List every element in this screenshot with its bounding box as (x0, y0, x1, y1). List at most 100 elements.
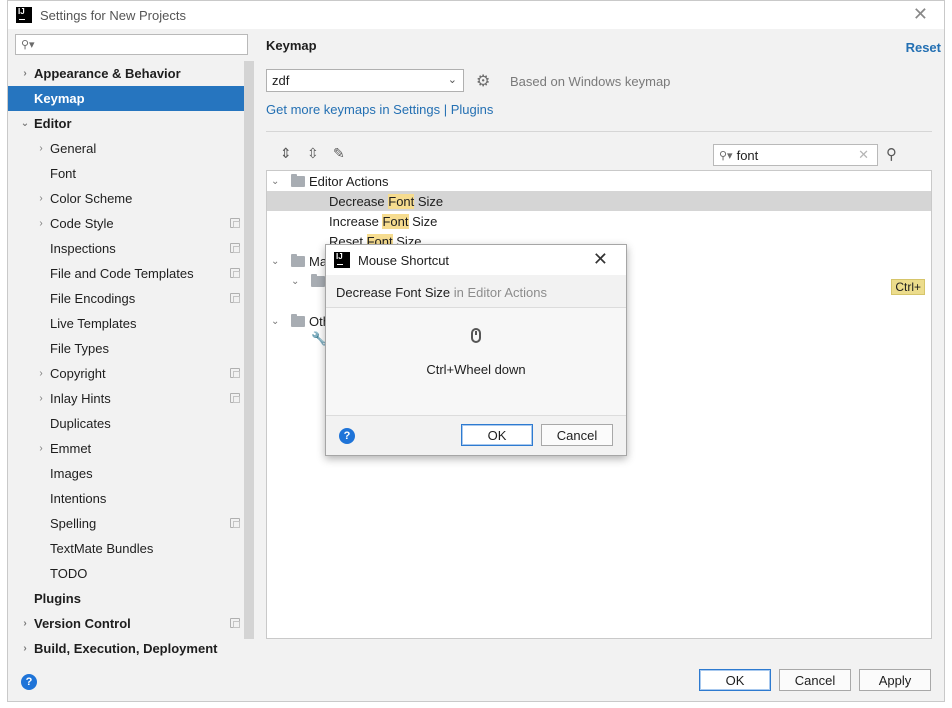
settings-tree: › Appearance & Behavior Keymap ⌄ Editor › Gene… (8, 61, 244, 661)
action-search-value: font (736, 147, 759, 163)
clear-search-icon[interactable]: ✕ (858, 147, 869, 163)
divider (326, 415, 626, 416)
sidebar-item-label: Inspections (50, 241, 116, 256)
keymap-select-value: zdf (272, 73, 290, 88)
sidebar-item-file-encodings[interactable]: File Encodings (8, 286, 244, 311)
cancel-button[interactable]: Cancel (779, 669, 851, 691)
collapse-all-icon[interactable]: ⇳ (307, 145, 319, 162)
sidebar-item-duplicates[interactable]: Duplicates (8, 411, 244, 436)
dialog-title: Mouse Shortcut (358, 252, 450, 268)
chevron-down-icon: ⌄ (447, 74, 457, 86)
edit-pencil-icon[interactable]: ✎ (333, 145, 345, 162)
chevron-right-icon[interactable]: › (36, 193, 46, 204)
sidebar-item-general[interactable]: › General (8, 136, 244, 161)
title-bar: IJ Settings for New Projects ✕ (8, 1, 944, 29)
action-label: Decrease Font Size (329, 193, 444, 209)
chevron-right-icon[interactable]: › (20, 68, 30, 79)
sidebar-item-images[interactable]: Images (8, 461, 244, 486)
dialog-ok-button[interactable]: OK (461, 424, 533, 446)
expand-all-icon[interactable]: ⇕ (280, 145, 292, 162)
action-row[interactable]: Decrease Font Size (267, 191, 931, 211)
action-row[interactable]: Increase Font Size (267, 211, 931, 231)
chevron-right-icon[interactable]: › (36, 443, 46, 454)
chevron-right-icon[interactable]: › (36, 393, 46, 404)
apply-button[interactable]: Apply (859, 669, 931, 691)
captured-shortcut: Ctrl+Wheel down (426, 362, 526, 377)
chevron-right-icon[interactable]: › (36, 218, 46, 229)
get-more-keymaps-link[interactable]: Get more keymaps in Settings | Plugins (266, 102, 493, 117)
sidebar-item-label: Keymap (34, 91, 85, 106)
project-scope-icon (230, 518, 240, 528)
sidebar-item-label: TODO (50, 566, 88, 581)
help-icon[interactable]: ? (21, 674, 37, 690)
ok-button[interactable]: OK (699, 669, 771, 691)
sidebar-item-plugins[interactable]: Plugins (8, 586, 244, 611)
sidebar-item-code-style[interactable]: › Code Style (8, 211, 244, 236)
sidebar-item-inspections[interactable]: Inspections (8, 236, 244, 261)
sidebar-item-label: Color Scheme (50, 191, 133, 206)
sidebar-item-file-types[interactable]: File Types (8, 336, 244, 361)
sidebar-item-label: Inlay Hints (50, 391, 111, 406)
chevron-right-icon[interactable]: › (36, 143, 46, 154)
chevron-down-icon: ⌄ (271, 255, 280, 267)
folder-icon (291, 254, 305, 267)
intellij-logo-icon: IJ (334, 252, 350, 268)
reset-link[interactable]: Reset (906, 40, 941, 55)
divider (266, 131, 932, 132)
sidebar-item-build-execution-deployment[interactable]: › Build, Execution, Deployment (8, 636, 244, 661)
folder-icon (291, 174, 305, 187)
help-icon[interactable]: ? (339, 428, 355, 444)
sidebar-item-spelling[interactable]: Spelling (8, 511, 244, 536)
close-icon[interactable]: ✕ (913, 5, 928, 23)
sidebar-item-label: File Encodings (50, 291, 136, 306)
sidebar-item-inlay-hints[interactable]: › Inlay Hints (8, 386, 244, 411)
sidebar-item-textmate-bundles[interactable]: TextMate Bundles (8, 536, 244, 561)
sidebar-item-label: TextMate Bundles (50, 541, 154, 556)
chevron-right-icon[interactable]: › (36, 368, 46, 379)
based-on-label: Based on Windows keymap (510, 74, 671, 89)
shortcut-capture-area[interactable]: Ctrl+Wheel down (326, 308, 626, 415)
sidebar-item-todo[interactable]: TODO (8, 561, 244, 586)
sidebar-item-version-control[interactable]: › Version Control (8, 611, 244, 636)
page-title: Keymap (266, 38, 317, 53)
sidebar-item-font[interactable]: Font (8, 161, 244, 186)
sidebar-item-label: Copyright (50, 366, 106, 381)
folder-icon (291, 314, 305, 327)
sidebar-item-editor[interactable]: ⌄ Editor (8, 111, 244, 136)
sidebar-item-label: Plugins (34, 591, 81, 606)
chevron-right-icon[interactable]: › (20, 618, 30, 629)
sidebar-item-emmet[interactable]: › Emmet (8, 436, 244, 461)
sidebar-item-label: Editor (34, 116, 72, 131)
sidebar-item-intentions[interactable]: Intentions (8, 486, 244, 511)
project-scope-icon (230, 368, 240, 378)
sidebar-item-label: Live Templates (50, 316, 137, 331)
sidebar-item-copyright[interactable]: › Copyright (8, 361, 244, 386)
settings-search-input[interactable]: ⚲▾ (15, 34, 248, 55)
keymap-select[interactable]: zdf ⌄ (266, 69, 464, 92)
project-scope-icon (230, 218, 240, 228)
sidebar-item-color-scheme[interactable]: › Color Scheme (8, 186, 244, 211)
tree-group-editor-actions[interactable]: ⌄ Editor Actions (267, 171, 931, 191)
sidebar-item-keymap[interactable]: Keymap (8, 86, 244, 111)
sidebar-item-file-and-code-templates[interactable]: File and Code Templates (8, 261, 244, 286)
project-scope-icon (230, 618, 240, 628)
gear-icon[interactable]: ⚙ (476, 71, 490, 91)
sidebar-item-label: Appearance & Behavior (34, 66, 181, 81)
chevron-down-icon: ⌄ (271, 175, 280, 187)
sidebar-item-live-templates[interactable]: Live Templates (8, 311, 244, 336)
action-label: Increase Font Size (329, 213, 438, 229)
sidebar-item-label: Intentions (50, 491, 107, 506)
find-by-shortcut-icon[interactable]: ⚲ (886, 145, 897, 163)
tree-group-label: Editor Actions (309, 173, 389, 189)
sidebar-scrollbar[interactable] (244, 61, 254, 639)
chevron-down-icon[interactable]: ⌄ (20, 118, 30, 129)
action-search-input[interactable]: ⚲▾ font ✕ (713, 144, 878, 166)
project-scope-icon (230, 243, 240, 253)
close-icon[interactable]: ✕ (593, 250, 608, 268)
dialog-cancel-button[interactable]: Cancel (541, 424, 613, 446)
search-icon: ⚲▾ (719, 149, 733, 162)
chevron-right-icon[interactable]: › (20, 643, 30, 654)
mouse-icon (471, 328, 481, 343)
sidebar-item-appearance-behavior[interactable]: › Appearance & Behavior (8, 61, 244, 86)
dialog-action-label: Decrease Font Size in Editor Actions (336, 285, 547, 300)
